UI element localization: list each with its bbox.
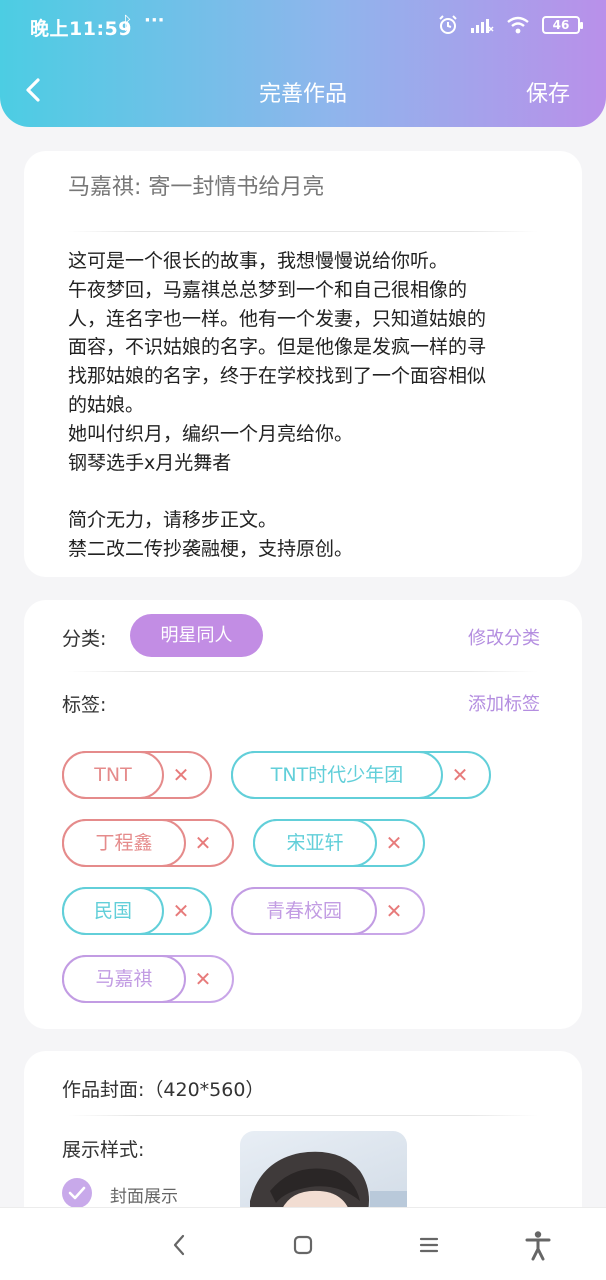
tag-chip: 宋亚轩 ✕ (253, 819, 425, 867)
header: 晚上11:59 ᛒ ··· 46 完善作品 保存 (0, 0, 606, 127)
tag-label: TNT时代少年团 (231, 751, 443, 799)
tag-chip: 青春校园 ✕ (231, 887, 425, 935)
checkmark-icon (68, 1186, 86, 1200)
work-info-card: 马嘉祺: 寄一封情书给月亮 这可是一个很长的故事，我想慢慢说给你听。 午夜梦回，… (24, 151, 582, 577)
tag-chip: 马嘉祺 ✕ (62, 955, 234, 1003)
divider (68, 1115, 538, 1116)
page-title: 完善作品 (258, 82, 347, 107)
tag-chip: 丁程鑫 ✕ (62, 819, 234, 867)
tag-chip: TNT时代少年团 ✕ (231, 751, 491, 799)
intro-blank-line (68, 477, 548, 506)
add-tag-button[interactable]: 添加标签 (468, 690, 540, 716)
intro-line: 她叫付织月，编织一个月亮给你。 (68, 422, 354, 445)
work-title-input[interactable]: 马嘉祺: 寄一封情书给月亮 (68, 169, 324, 201)
remove-tag-icon[interactable]: ✕ (383, 831, 405, 855)
tag-label: TNT (62, 751, 164, 799)
signal-icon (471, 19, 494, 33)
intro-line: 禁二改二传抄袭融梗，支持原创。 (68, 537, 354, 560)
intro-line: 人，连名字也一样。他有一个发妻，只知道姑娘的 (68, 307, 487, 330)
remove-tag-icon[interactable]: ✕ (192, 967, 214, 991)
category-tags-card: 分类: 明星同人 修改分类 标签: 添加标签 TNT ✕ TNT时代少年团 ✕ … (24, 600, 582, 1029)
status-time: 晚上11:59 (30, 18, 132, 40)
system-nav-bar (0, 1207, 606, 1280)
tag-label: 青春校园 (231, 887, 377, 935)
intro-line: 这可是一个很长的故事，我想慢慢说给你听。 (68, 250, 449, 272)
alarm-icon (439, 15, 457, 34)
nav-menu-icon[interactable] (412, 1228, 446, 1262)
intro-line: 简介无力，请移步正文。 (68, 509, 278, 532)
battery-icon: 46 (542, 16, 583, 34)
intro-line: 面容，不识姑娘的名字。但是他像是发疯一样的寻 (68, 336, 487, 359)
wifi-icon (507, 16, 529, 34)
accessibility-icon[interactable] (521, 1228, 555, 1262)
status-bar: 晚上11:59 ᛒ ··· 46 (0, 0, 606, 52)
cover-display-option-label: 封面展示 (110, 1187, 178, 1207)
remove-tag-icon[interactable]: ✕ (449, 763, 471, 787)
display-style-label: 展示样式: (62, 1139, 145, 1161)
cover-label: 作品封面:（420*560） (62, 1079, 265, 1101)
edit-category-button[interactable]: 修改分类 (468, 624, 540, 650)
category-pill[interactable]: 明星同人 (130, 614, 263, 657)
intro-line: 午夜梦回，马嘉祺总总梦到一个和自己很相像的 (68, 278, 468, 301)
remove-tag-icon[interactable]: ✕ (192, 831, 214, 855)
intro-line: 钢琴选手x月光舞者 (68, 451, 232, 474)
divider (68, 671, 538, 672)
tag-label: 丁程鑫 (62, 819, 186, 867)
intro-textarea[interactable]: 这可是一个很长的故事，我想慢慢说给你听。 午夜梦回，马嘉祺总总梦到一个和自己很相… (68, 247, 548, 564)
more-notifications-icon: ··· (144, 10, 165, 31)
nav-back-icon[interactable] (162, 1228, 196, 1262)
tag-label: 宋亚轩 (253, 819, 377, 867)
tag-label: 马嘉祺 (62, 955, 186, 1003)
bluetooth-icon: ᛒ (122, 13, 133, 34)
intro-line: 找那姑娘的名字，终于在学校找到了一个面容相似 (68, 365, 487, 388)
tag-chip: TNT ✕ (62, 751, 212, 799)
remove-tag-icon[interactable]: ✕ (170, 763, 192, 787)
tag-label: 民国 (62, 887, 164, 935)
category-label: 分类: (62, 628, 107, 650)
save-button[interactable]: 保存 (526, 76, 570, 108)
divider (68, 231, 538, 232)
cover-display-checkbox[interactable] (62, 1178, 92, 1208)
status-icons: 46 (438, 15, 583, 35)
nav-home-icon[interactable] (286, 1228, 320, 1262)
remove-tag-icon[interactable]: ✕ (170, 899, 192, 923)
remove-tag-icon[interactable]: ✕ (383, 899, 405, 923)
intro-line: 的姑娘。 (68, 393, 145, 416)
tag-chip: 民国 ✕ (62, 887, 212, 935)
tags-label: 标签: (62, 694, 107, 716)
